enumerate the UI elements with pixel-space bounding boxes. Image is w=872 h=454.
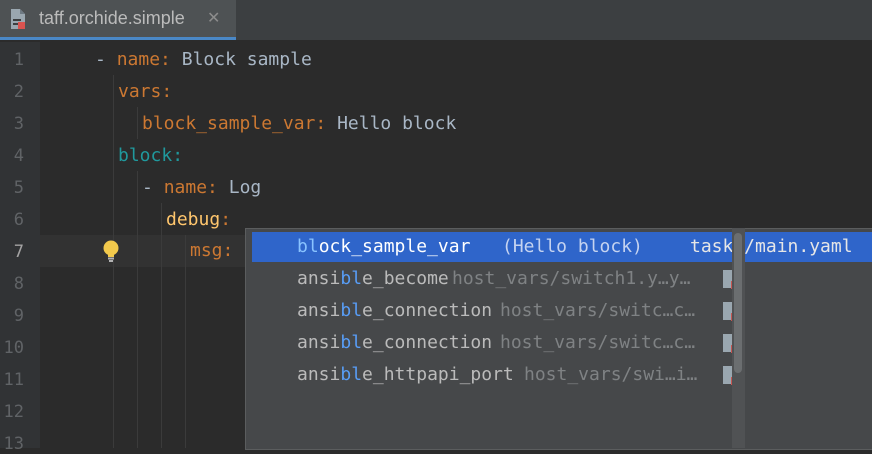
yaml-separator: :	[207, 177, 229, 198]
completion-location: host_vars/switc…c…	[500, 332, 696, 353]
yaml-key: msg	[190, 240, 223, 261]
completion-item[interactable]: block_sample_var (Hello block) tasks/mai…	[252, 232, 872, 262]
line-number: 6	[13, 210, 24, 230]
yaml-value: Block sample	[181, 49, 312, 70]
yaml-value: Hello block	[337, 113, 457, 134]
yaml-key: debug	[166, 209, 221, 230]
yaml-value: Log	[228, 177, 262, 198]
completion-prefix: ansi	[297, 268, 341, 289]
code-line-2[interactable]: vars:	[118, 76, 172, 108]
completion-scroll-thumb[interactable]	[734, 233, 742, 373]
line-number: 8	[13, 274, 24, 294]
match-highlight: bl	[340, 332, 363, 353]
completion-rest: e_connection	[362, 332, 493, 353]
lightbulb-icon[interactable]	[102, 239, 120, 263]
line-number: 3	[13, 114, 24, 134]
match-highlight: bl	[340, 300, 363, 321]
indent-guide	[137, 171, 138, 448]
yaml-separator: :	[160, 49, 182, 70]
completion-type-text: (Hello block)	[502, 236, 643, 257]
completion-rest: e_connection	[362, 300, 493, 321]
line-number: 1	[13, 50, 24, 70]
yaml-key: block_sample_var	[142, 113, 316, 134]
completion-item-label: ansible_connection	[297, 296, 492, 326]
line-number: 2	[13, 82, 24, 102]
code-line-4[interactable]: block:	[118, 140, 183, 172]
line-number-gutter: 1 2 3 4 5 6 7 8 9 10 11 12 13	[0, 42, 40, 454]
code-line-3[interactable]: block_sample_var: Hello block	[142, 108, 456, 140]
yaml-separator: :	[222, 240, 245, 261]
completion-location: host_vars/switch1.y…y…	[452, 268, 691, 289]
line-number-current: 7	[13, 242, 24, 262]
completion-item-partial[interactable]	[252, 392, 872, 422]
completion-prefix: ansi	[297, 364, 341, 385]
yaml-list-dash: -	[95, 49, 117, 70]
line-number: 4	[13, 146, 24, 166]
yaml-list-dash: -	[142, 177, 164, 198]
yaml-separator: :	[220, 209, 232, 230]
yaml-separator: :	[172, 145, 184, 166]
completion-item-label: block_sample_var	[297, 232, 470, 262]
completion-item-label: ansible_become	[297, 264, 449, 294]
line-number: 10	[3, 338, 24, 358]
tab-title: taff.orchide.simple	[39, 8, 185, 28]
yaml-file-icon	[11, 9, 25, 29]
tab-taff-orchide-simple[interactable]: taff.orchide.simple ✕	[0, 0, 236, 40]
match-highlight: bl	[297, 236, 319, 257]
match-highlight: bl	[340, 364, 363, 385]
line-number: 9	[13, 306, 24, 326]
match-highlight: bl	[340, 268, 363, 289]
close-icon[interactable]: ✕	[207, 8, 220, 27]
completion-item[interactable]: host_vars/switc…c… ansible_connection	[252, 296, 872, 326]
completion-item[interactable]: host_vars/swi…i… ansible_httpapi_port	[252, 360, 872, 390]
completion-item-label: ansible_httpapi_port	[297, 360, 514, 390]
line-number: 13	[3, 434, 24, 454]
yaml-key: block	[118, 145, 173, 166]
completion-rest: ock_sample_var	[318, 236, 471, 257]
yaml-key: name	[163, 177, 208, 198]
active-tab-indicator	[0, 37, 236, 40]
line-number: 12	[3, 402, 24, 422]
yaml-separator: :	[315, 113, 338, 134]
line-number: 11	[3, 370, 24, 390]
yaml-key: vars	[118, 81, 162, 102]
line-number: 5	[13, 178, 24, 198]
code-completion-popup: block_sample_var (Hello block) tasks/mai…	[245, 228, 872, 450]
completion-location: host_vars/switc…c…	[500, 300, 696, 321]
completion-location: host_vars/swi…i…	[524, 364, 698, 385]
code-line-5[interactable]: - name: Log	[142, 172, 261, 204]
indent-guide	[161, 203, 162, 448]
code-line-1[interactable]: - name: Block sample	[95, 44, 312, 76]
completion-rest: e_become	[362, 268, 449, 289]
completion-prefix: ansi	[297, 300, 341, 321]
completion-location: tasks/main.yaml	[690, 236, 853, 257]
completion-prefix: ansi	[297, 332, 341, 353]
yaml-key: name	[116, 49, 161, 70]
completion-item[interactable]: host_vars/switch1.y…y… ansible_become	[252, 264, 872, 294]
editor-tab-bar: taff.orchide.simple ✕	[0, 0, 872, 41]
completion-item-label: ansible_connection	[297, 328, 492, 358]
yaml-separator: :	[161, 81, 173, 102]
completion-rest: e_httpapi_port	[362, 364, 514, 385]
indent-guide	[185, 235, 186, 448]
code-line-6[interactable]: debug:	[166, 204, 231, 236]
indent-guide	[137, 107, 138, 139]
completion-item[interactable]: host_vars/switc…c… ansible_connection	[252, 328, 872, 358]
